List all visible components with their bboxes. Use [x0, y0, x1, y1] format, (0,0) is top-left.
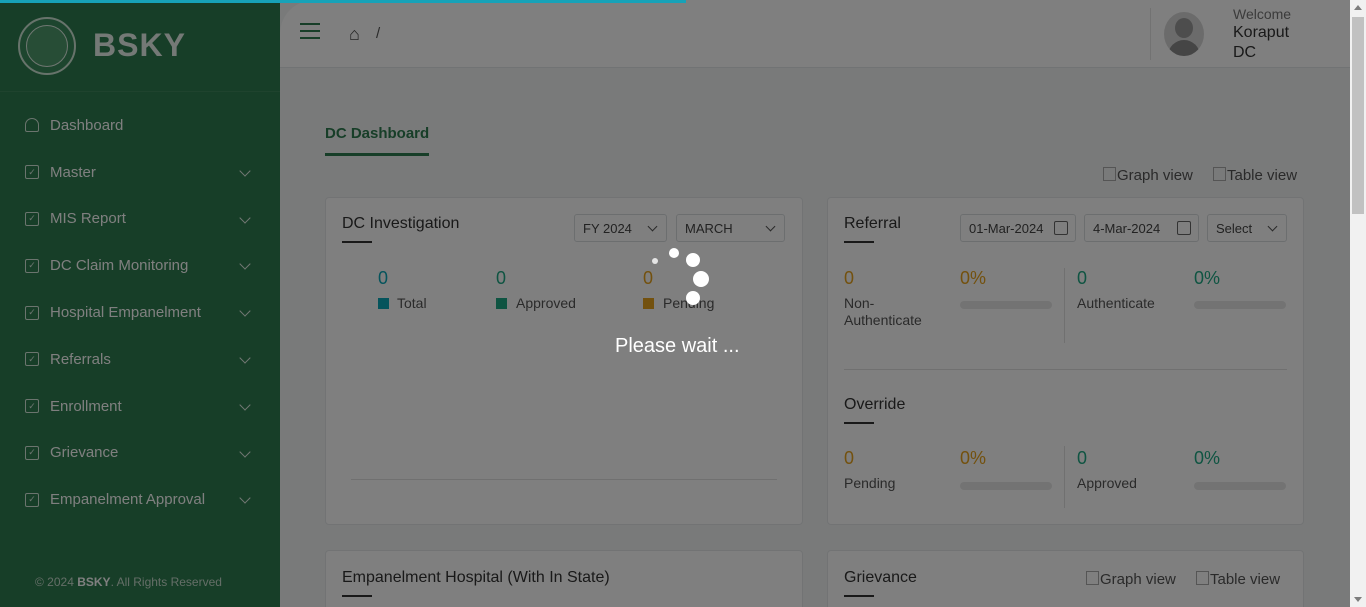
loading-overlay [0, 0, 1366, 607]
spinner-dot [686, 253, 700, 267]
vertical-scrollbar[interactable] [1350, 0, 1366, 607]
spinner-dot [693, 271, 709, 287]
spinner-dot [686, 291, 700, 305]
scroll-down-icon[interactable] [1354, 597, 1362, 602]
loading-text: Please wait ... [615, 335, 740, 357]
page-load-progress-bar [0, 0, 686, 3]
scrollbar-thumb[interactable] [1352, 17, 1364, 214]
scroll-up-icon[interactable] [1354, 5, 1362, 10]
spinner-dot [652, 258, 658, 264]
spinner-dot [669, 248, 679, 258]
